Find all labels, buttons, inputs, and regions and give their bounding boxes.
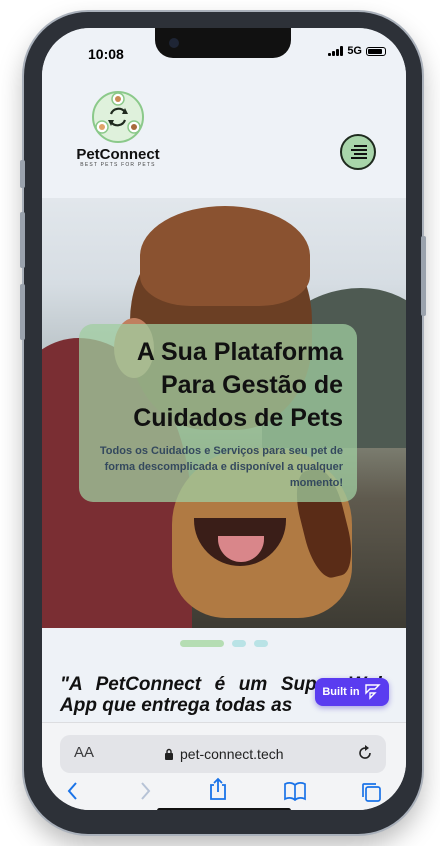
phone-screen: 10:08 5G PetConnect BEST PETS FOR PETS A… — [42, 28, 406, 810]
reader-settings-button[interactable]: AA — [74, 744, 94, 761]
lock-icon — [165, 748, 173, 760]
status-time: 10:08 — [88, 46, 124, 62]
network-label: 5G — [347, 45, 362, 57]
battery-icon — [366, 46, 386, 56]
back-icon[interactable] — [66, 781, 80, 801]
site-header: PetConnect BEST PETS FOR PETS — [42, 80, 406, 198]
carousel-dot-3[interactable] — [254, 640, 268, 647]
status-bar: 10:08 5G — [42, 28, 406, 80]
browser-nav-bar — [42, 777, 406, 805]
status-indicators: 5G — [328, 45, 386, 57]
forward-icon[interactable] — [138, 781, 152, 801]
url-display[interactable]: pet-connect.tech — [164, 746, 284, 762]
hamburger-menu-icon — [351, 145, 367, 159]
hero-photo-hair — [140, 206, 310, 306]
browser-toolbar: AA pet-connect.tech — [42, 722, 406, 810]
volume-down-button — [20, 284, 25, 340]
camera-icon — [169, 38, 179, 48]
bookmarks-icon[interactable] — [283, 781, 307, 801]
carousel-indicators — [42, 640, 406, 647]
reload-icon[interactable] — [356, 744, 374, 762]
carousel-dot-2[interactable] — [232, 640, 246, 647]
logo-name: PetConnect — [76, 146, 160, 163]
share-icon[interactable] — [207, 777, 229, 801]
built-in-label: Built in — [322, 686, 360, 698]
volume-up-button — [20, 212, 25, 268]
hero-subtitle: Todos os Cuidados e Serviços para seu pe… — [99, 445, 343, 489]
menu-button[interactable] — [340, 134, 376, 170]
hero-banner[interactable]: A Sua Plataforma Para Gestão de Cuidados… — [42, 198, 406, 628]
address-bar[interactable]: AA pet-connect.tech — [60, 735, 386, 773]
tabs-icon[interactable] — [360, 781, 382, 803]
mute-switch — [20, 160, 25, 188]
hero-title: A Sua Plataforma Para Gestão de Cuidados… — [133, 338, 343, 432]
built-in-badge[interactable]: Built in — [315, 678, 389, 706]
url-text: pet-connect.tech — [180, 746, 284, 762]
logo-mark-icon — [91, 90, 145, 144]
signal-icon — [328, 46, 344, 56]
carousel-dot-1[interactable] — [180, 640, 224, 647]
notch — [155, 28, 291, 58]
hero-card: A Sua Plataforma Para Gestão de Cuidados… — [79, 324, 357, 502]
logo-tagline: BEST PETS FOR PETS — [80, 162, 156, 168]
logo[interactable]: PetConnect BEST PETS FOR PETS — [72, 90, 164, 168]
framer-logo-icon — [364, 684, 381, 700]
home-indicator[interactable] — [157, 808, 291, 810]
power-button — [421, 236, 426, 316]
